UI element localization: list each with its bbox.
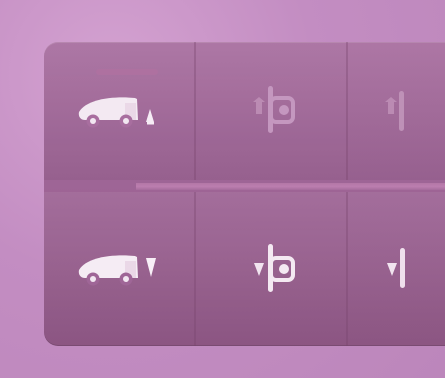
truck-lower-icon: [78, 255, 156, 286]
truck-raise-icon: [78, 97, 154, 128]
control-panel: [44, 42, 445, 346]
partial-top-button[interactable]: [348, 42, 445, 180]
screen: [0, 0, 445, 378]
height-adjust-icon: [253, 86, 295, 133]
lower-vehicle-button[interactable]: [44, 192, 196, 346]
partial-icon: [384, 91, 404, 131]
raise-axle-button[interactable]: [196, 42, 348, 180]
height-lower-icon: [254, 244, 295, 292]
active-indicator-top: [96, 69, 158, 75]
lower-axle-button[interactable]: [196, 192, 348, 346]
raise-vehicle-button[interactable]: [44, 42, 196, 180]
partial-lower-button[interactable]: [348, 192, 445, 346]
row-divider: [136, 183, 445, 190]
partial-lower-icon: [386, 248, 405, 288]
